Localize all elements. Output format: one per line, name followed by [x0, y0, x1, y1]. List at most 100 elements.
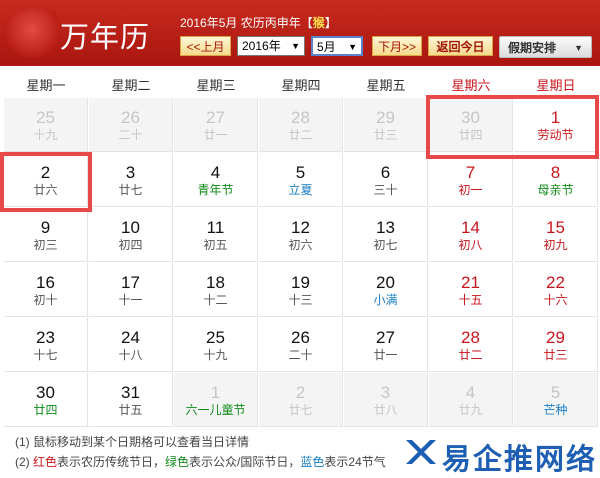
holiday-schedule-label: 假期安排 — [508, 41, 557, 55]
day-cell[interactable]: 23 十七 — [4, 318, 88, 372]
day-number: 12 — [291, 218, 310, 237]
day-number: 3 — [380, 383, 391, 402]
watermark: 易企推网络 — [402, 430, 600, 476]
day-number: 4 — [210, 163, 221, 182]
lunar-label: 十五 — [458, 293, 483, 307]
lunar-label: 初五 — [203, 238, 228, 252]
lunar-label: 二十 — [118, 128, 143, 142]
lunar-label: 十九 — [33, 128, 58, 142]
zodiac-label: 猴 — [312, 16, 325, 30]
day-number: 9 — [40, 218, 51, 237]
day-cell[interactable]: 28 廿二 — [259, 98, 343, 152]
lunar-label: 初八 — [458, 238, 483, 252]
day-cell[interactable]: 29 廿三 — [344, 98, 428, 152]
day-number: 30 — [36, 383, 55, 402]
day-cell[interactable]: 24 十八 — [89, 318, 173, 372]
day-cell[interactable]: 26 二十 — [259, 318, 343, 372]
back-today-button[interactable]: 返回今日 — [428, 36, 493, 56]
day-cell[interactable]: 5 立夏 — [259, 153, 343, 207]
watermark-text: 易企推网络 — [442, 442, 598, 476]
day-number: 5 — [295, 163, 306, 182]
lunar-label: 青年节 — [197, 183, 234, 197]
day-number: 23 — [36, 328, 55, 347]
day-number: 21 — [461, 273, 480, 292]
subtitle-bracket: 】 — [324, 16, 337, 30]
weekday-wednesday: 星期三 — [196, 78, 236, 93]
lunar-label: 廿八 — [373, 403, 398, 417]
day-cell[interactable]: 3 廿八 — [344, 373, 428, 427]
lunar-label: 廿二 — [288, 128, 313, 142]
lunar-label: 初七 — [373, 238, 398, 252]
day-number: 28 — [291, 108, 310, 127]
day-cell[interactable]: 17 十一 — [89, 263, 173, 317]
holiday-schedule-dropdown[interactable]: 假期安排 ▼ — [499, 36, 592, 58]
day-cell[interactable]: 15 初九 — [514, 208, 598, 262]
day-number: 29 — [546, 328, 565, 347]
day-cell[interactable]: 8 母亲节 — [514, 153, 598, 207]
year-select[interactable]: 2016年 ▼ — [237, 36, 305, 56]
day-number: 24 — [121, 328, 140, 347]
day-cell[interactable]: 12 初六 — [259, 208, 343, 262]
day-cell[interactable]: 19 十三 — [259, 263, 343, 317]
day-cell[interactable]: 7 初一 — [429, 153, 513, 207]
lunar-label: 廿一 — [203, 128, 228, 142]
day-cell[interactable]: 4 青年节 — [174, 153, 258, 207]
day-number: 11 — [206, 218, 225, 237]
day-cell[interactable]: 27 廿一 — [344, 318, 428, 372]
legend-red-word: 红色 — [33, 455, 58, 469]
day-number: 8 — [550, 163, 561, 182]
legend-red-desc: 表示农历传统节日， — [57, 455, 166, 469]
day-number: 5 — [550, 383, 561, 402]
day-cell[interactable]: 2 廿七 — [259, 373, 343, 427]
day-cell[interactable]: 26 二十 — [89, 98, 173, 152]
lunar-label: 廿三 — [373, 128, 398, 142]
day-cell[interactable]: 10 初四 — [89, 208, 173, 262]
day-cell[interactable]: 6 三十 — [344, 153, 428, 207]
day-cell[interactable]: 28 廿二 — [429, 318, 513, 372]
day-cell[interactable]: 25 十九 — [174, 318, 258, 372]
day-cell[interactable]: 14 初八 — [429, 208, 513, 262]
day-cell[interactable]: 11 初五 — [174, 208, 258, 262]
lunar-label: 初四 — [118, 238, 143, 252]
chevron-down-icon: ▼ — [348, 42, 357, 52]
day-cell[interactable]: 18 十二 — [174, 263, 258, 317]
day-cell[interactable]: 4 廿九 — [429, 373, 513, 427]
legend-green-word: 绿色 — [165, 455, 190, 469]
lunar-label: 廿七 — [118, 183, 143, 197]
day-cell[interactable]: 20 小满 — [344, 263, 428, 317]
lunar-label: 母亲节 — [537, 183, 574, 197]
day-cell[interactable]: 1 六一儿童节 — [174, 373, 258, 427]
day-cell[interactable]: 22 十六 — [514, 263, 598, 317]
legend-green-desc: 表示公众/国际节日， — [189, 455, 301, 469]
day-number: 7 — [465, 163, 476, 182]
month-select[interactable]: 5月 ▼ — [311, 36, 363, 56]
day-number: 2 — [295, 383, 306, 402]
day-number: 25 — [36, 108, 55, 127]
day-cell[interactable]: 13 初七 — [344, 208, 428, 262]
day-cell[interactable]: 5 芒种 — [514, 373, 598, 427]
lunar-label: 三十 — [373, 183, 398, 197]
day-cell[interactable]: 27 廿一 — [174, 98, 258, 152]
chevron-down-icon: ▼ — [574, 43, 583, 53]
lunar-label: 廿二 — [458, 348, 483, 362]
lunar-label: 初三 — [33, 238, 58, 252]
day-number: 15 — [546, 218, 565, 237]
watermark-logo-icon — [406, 440, 436, 464]
prev-month-button[interactable]: <<上月 — [180, 36, 231, 56]
lunar-label: 廿一 — [373, 348, 398, 362]
month-subtitle: 2016年5月 农历丙申年【猴】 — [180, 14, 337, 31]
day-cell[interactable]: 21 十五 — [429, 263, 513, 317]
day-cell[interactable]: 16 初十 — [4, 263, 88, 317]
day-cell[interactable]: 31 廿五 — [89, 373, 173, 427]
weekday-tuesday: 星期二 — [111, 78, 151, 93]
next-month-button[interactable]: 下月>> — [372, 36, 422, 56]
day-cell[interactable]: 25 十九 — [4, 98, 88, 152]
weekday-thursday: 星期四 — [281, 78, 321, 93]
day-cell[interactable]: 30 廿四 — [4, 373, 88, 427]
day-cell[interactable]: 9 初三 — [4, 208, 88, 262]
highlight-box-may1 — [426, 95, 599, 159]
lunar-label: 初一 — [458, 183, 483, 197]
day-number: 6 — [380, 163, 391, 182]
day-cell[interactable]: 29 廿三 — [514, 318, 598, 372]
day-cell[interactable]: 3 廿七 — [89, 153, 173, 207]
